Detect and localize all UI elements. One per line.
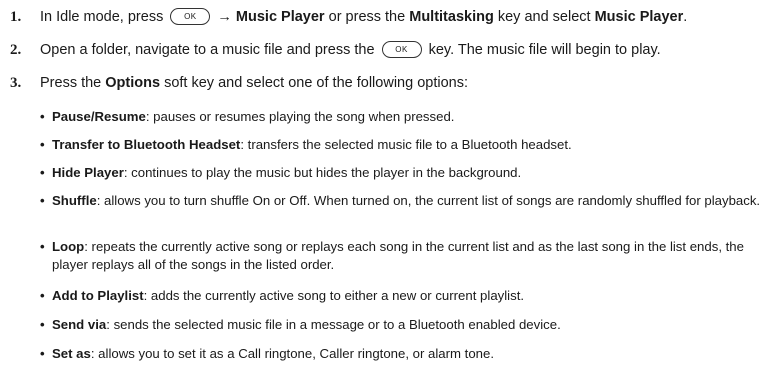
step-1: 1. In Idle mode, press OK → Music Player… xyxy=(10,7,778,26)
list-item: • Send via: sends the selected music fil… xyxy=(40,316,778,334)
bullet-icon: • xyxy=(40,193,45,208)
option-desc: : allows you to turn shuffle On or Off. … xyxy=(96,193,761,208)
option-term: Send via xyxy=(52,317,107,332)
ok-key-icon: OK xyxy=(170,7,211,25)
list-item: • Transfer to Bluetooth Headset: transfe… xyxy=(40,136,778,154)
bullet-icon: • xyxy=(40,239,45,254)
list-item: • Loop: repeats the currently active son… xyxy=(40,238,778,274)
step-text: Press the Options soft key and select on… xyxy=(40,75,468,91)
step-text: In Idle mode, press OK → Music Player or… xyxy=(40,7,688,25)
bullet-icon: • xyxy=(40,165,45,180)
list-item: • Pause/Resume: pauses or resumes playin… xyxy=(40,108,778,126)
bullet-icon: • xyxy=(40,317,45,332)
option-term: Pause/Resume xyxy=(52,109,146,124)
manual-page: 1. In Idle mode, press OK → Music Player… xyxy=(0,0,784,382)
ok-key-icon: OK xyxy=(381,40,422,58)
list-item: • Set as: allows you to set it as a Call… xyxy=(40,345,778,363)
step-number: 1. xyxy=(10,9,22,25)
list-item: • Shuffle: allows you to turn shuffle On… xyxy=(40,192,778,210)
step-3: 3. Press the Options soft key and select… xyxy=(10,74,778,92)
step-number: 3. xyxy=(10,75,22,91)
list-item: • Hide Player: continues to play the mus… xyxy=(40,164,778,182)
option-desc: : repeats the currently active song or r… xyxy=(52,239,744,272)
option-term: Shuffle xyxy=(52,193,97,208)
arrow-icon: → xyxy=(217,9,232,25)
step-2: 2. Open a folder, navigate to a music fi… xyxy=(10,40,778,59)
option-desc: : adds the currently active song to eith… xyxy=(143,288,525,303)
option-term: Transfer to Bluetooth Headset xyxy=(52,137,241,152)
step-text: Open a folder, navigate to a music file … xyxy=(40,40,661,58)
option-desc: : sends the selected music file in a mes… xyxy=(106,317,561,332)
option-desc: : continues to play the music but hides … xyxy=(123,165,522,180)
option-desc: : allows you to set it as a Call rington… xyxy=(90,346,495,361)
bullet-icon: • xyxy=(40,109,45,124)
list-item: • Add to Playlist: adds the currently ac… xyxy=(40,287,778,305)
option-desc: : pauses or resumes playing the song whe… xyxy=(145,109,455,124)
bullet-icon: • xyxy=(40,288,45,303)
option-term: Set as xyxy=(52,346,91,361)
option-term: Add to Playlist xyxy=(52,288,144,303)
step-number: 2. xyxy=(10,42,22,58)
option-term: Hide Player xyxy=(52,165,124,180)
bullet-icon: • xyxy=(40,346,45,361)
option-term: Loop xyxy=(52,239,85,254)
bullet-icon: • xyxy=(40,137,45,152)
option-desc: : transfers the selected music file to a… xyxy=(240,137,572,152)
